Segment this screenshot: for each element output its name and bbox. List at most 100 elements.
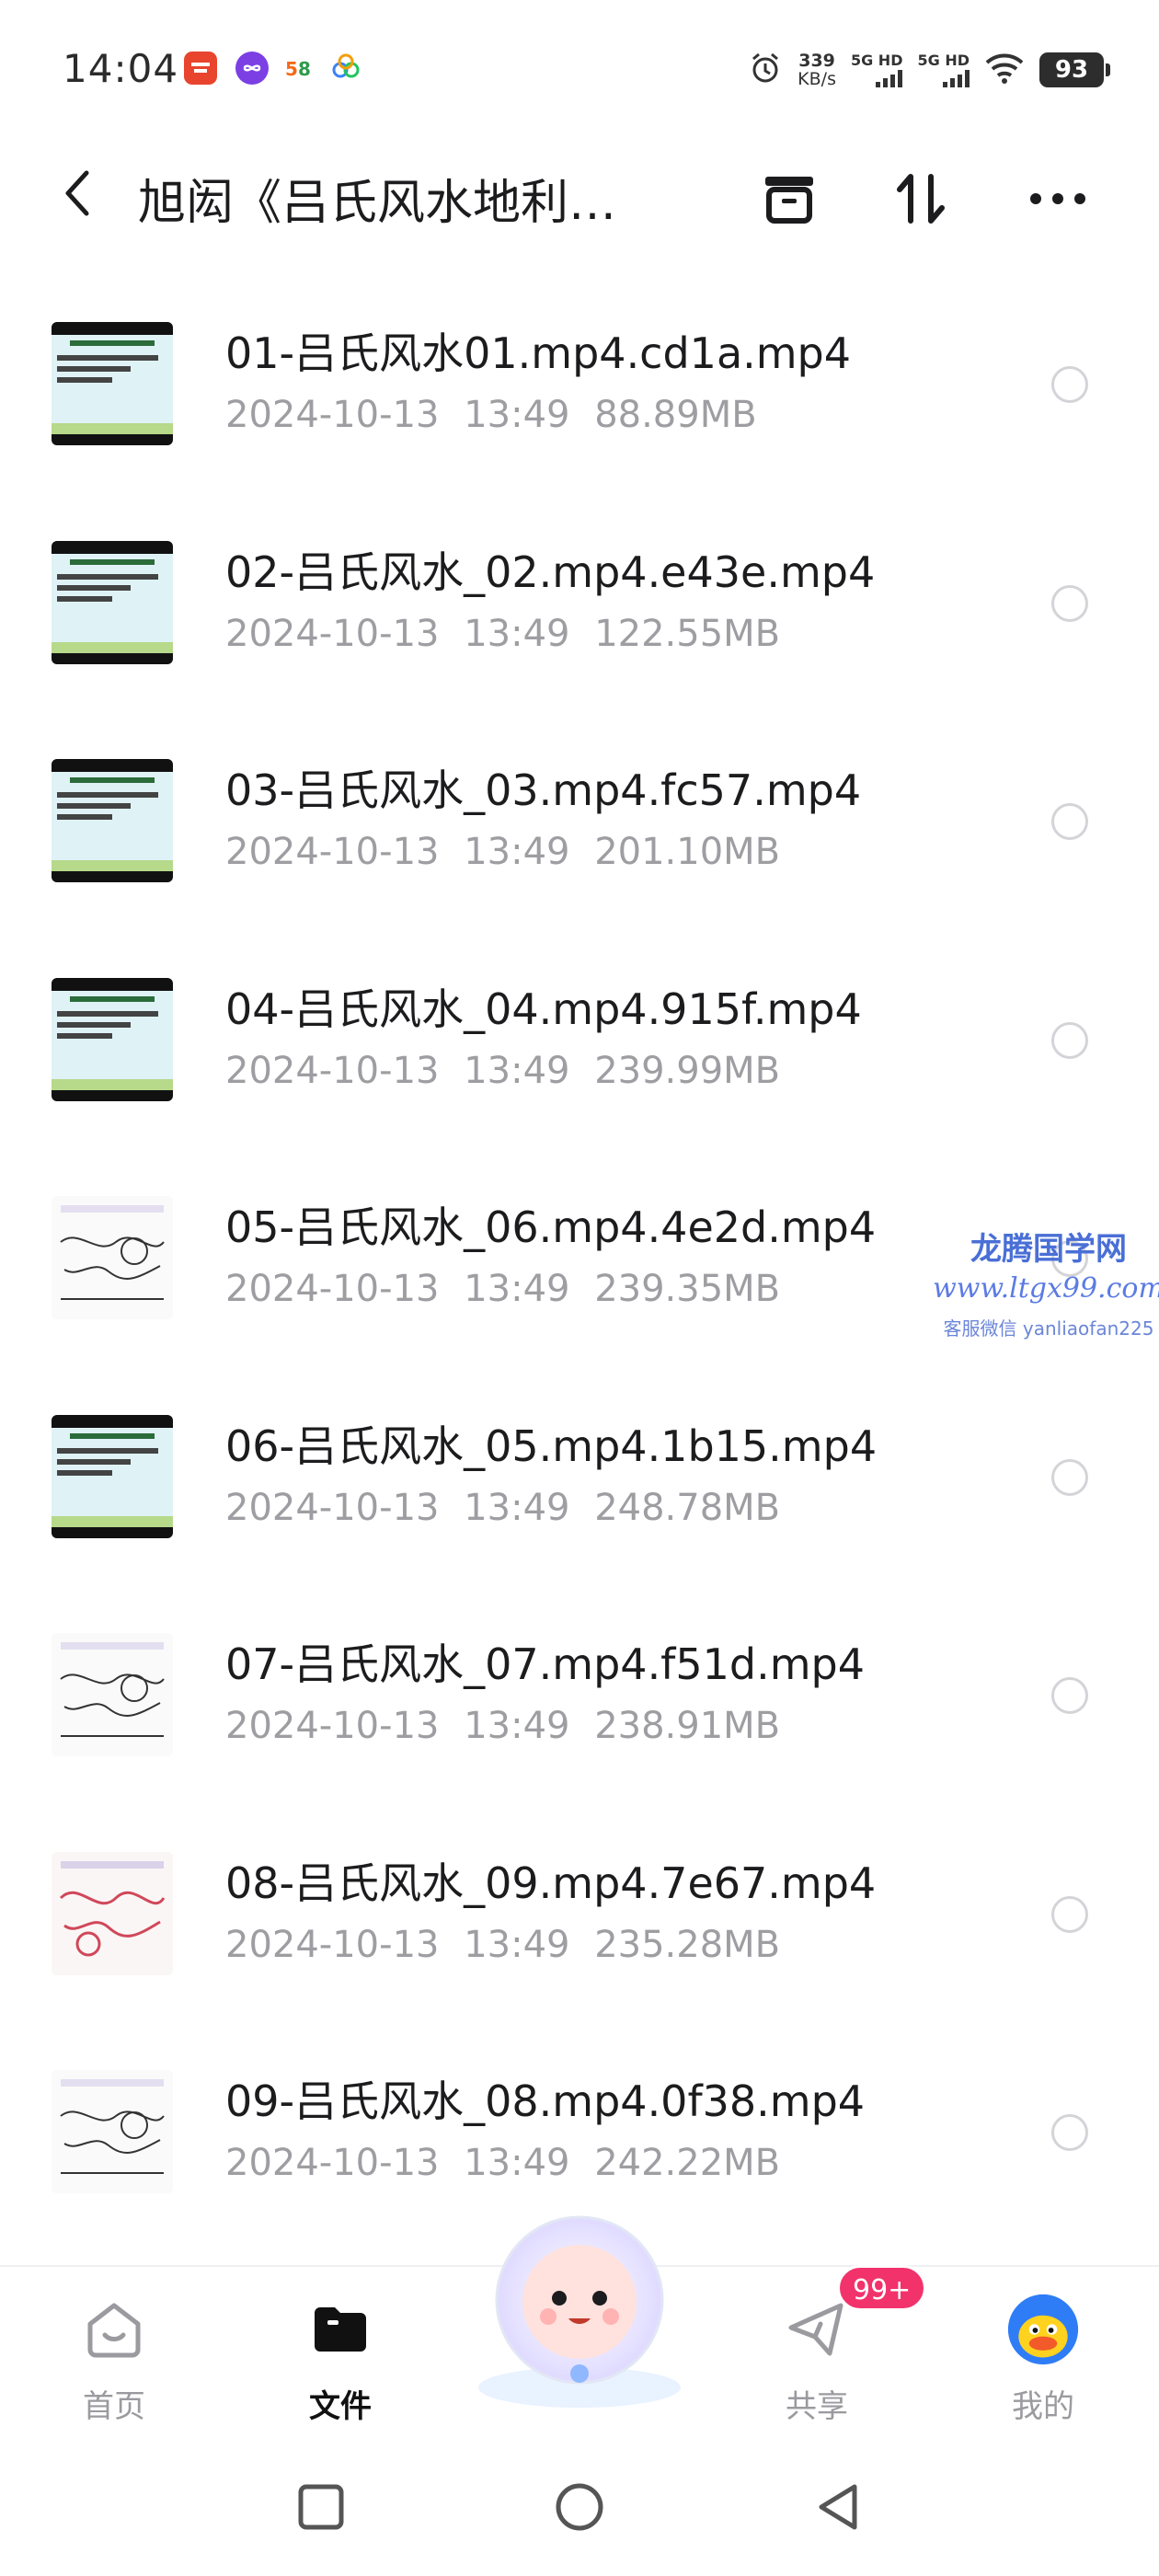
file-name: 03-吕氏风水_03.mp4.fc57.mp4	[225, 765, 862, 815]
file-row[interactable]: 01-吕氏风水01.mp4.cd1a.mp4 2024-10-13 13:49 8…	[0, 285, 1159, 504]
file-size: 239.35MB	[594, 1268, 781, 1310]
avatar-icon	[1006, 2293, 1080, 2366]
watermark: 龙腾国学网 www.ltgx99.com 客服微信 yanliaofan225	[929, 1224, 1159, 1340]
file-time: 13:49	[464, 1049, 570, 1092]
58-icon: 58	[283, 52, 316, 85]
file-row[interactable]: 02-吕氏风水_02.mp4.e43e.mp4 2024-10-13 13:49 …	[0, 504, 1159, 723]
home-icon	[77, 2293, 151, 2366]
file-name: 04-吕氏风水_04.mp4.915f.mp4	[225, 983, 862, 1034]
nav-home-label: 首页	[83, 2388, 145, 2425]
file-time: 13:49	[464, 394, 570, 436]
file-meta: 2024-10-13 13:49 248.78MB	[225, 1487, 780, 1529]
select-radio[interactable]	[1051, 366, 1088, 403]
archive-button[interactable]	[754, 166, 824, 236]
file-time: 13:49	[464, 1923, 570, 1966]
file-time: 13:49	[464, 1486, 570, 1529]
video-thumbnail	[52, 1414, 173, 1538]
file-date: 2024-10-13	[225, 612, 440, 655]
net-speed-unit: KB/s	[798, 69, 836, 89]
file-meta: 2024-10-13 13:49 88.89MB	[225, 394, 757, 436]
ai-assistant-mascot-button[interactable]	[460, 2199, 699, 2410]
file-size: 248.78MB	[594, 1486, 781, 1529]
file-time: 13:49	[464, 2142, 570, 2184]
video-thumbnail	[52, 1851, 173, 1975]
file-time: 13:49	[464, 1705, 570, 1747]
signal-label: 5G HD	[917, 52, 970, 69]
nav-home[interactable]: 首页	[40, 2293, 188, 2431]
nav-files[interactable]: 文件	[267, 2293, 414, 2431]
file-size: 235.28MB	[594, 1923, 781, 1966]
system-back-button[interactable]	[806, 2477, 870, 2541]
svg-text:5: 5	[285, 58, 298, 80]
file-name: 07-吕氏风水_07.mp4.f51d.mp4	[225, 1639, 866, 1689]
select-radio[interactable]	[1051, 803, 1088, 840]
file-size: 238.91MB	[594, 1705, 781, 1747]
video-thumbnail	[52, 759, 173, 882]
nav-profile[interactable]: 我的	[970, 2293, 1117, 2431]
video-thumbnail	[52, 540, 173, 664]
select-radio[interactable]	[1051, 2114, 1088, 2151]
signal-sim2: 5G HD	[917, 52, 970, 87]
triangle-back-icon	[814, 2481, 862, 2536]
signal-sim1: 5G HD	[851, 52, 903, 87]
file-row[interactable]: 04-吕氏风水_04.mp4.915f.mp4 2024-10-13 13:49 …	[0, 941, 1159, 1160]
wifi-icon	[984, 52, 1025, 88]
file-size: 122.55MB	[594, 612, 781, 655]
square-icon	[297, 2483, 345, 2535]
share-notification-badge: 99+	[837, 2265, 927, 2311]
battery-indicator: 93	[1039, 52, 1110, 87]
video-thumbnail	[52, 1633, 173, 1756]
file-row[interactable]: 06-吕氏风水_05.mp4.1b15.mp4 2024-10-13 13:49 …	[0, 1378, 1159, 1597]
file-date: 2024-10-13	[225, 831, 440, 873]
file-time: 13:49	[464, 831, 570, 873]
alarm-icon	[748, 51, 783, 89]
file-date: 2024-10-13	[225, 394, 440, 436]
more-icon	[1027, 190, 1089, 212]
file-name: 01-吕氏风水01.mp4.cd1a.mp4	[225, 328, 852, 378]
nav-profile-label: 我的	[1012, 2388, 1074, 2425]
status-bar: 14:04 58 339 KB/s 5G HD 5G HD 93	[0, 0, 1159, 138]
file-name: 08-吕氏风水_09.mp4.7e67.mp4	[225, 1857, 877, 1908]
file-size: 88.89MB	[594, 394, 757, 436]
file-name: 06-吕氏风水_05.mp4.1b15.mp4	[225, 1420, 878, 1471]
file-date: 2024-10-13	[225, 1268, 440, 1310]
folder-icon	[304, 2293, 377, 2366]
chevron-left-icon	[59, 167, 96, 223]
signal-bars-icon	[876, 69, 903, 87]
watermark-contact: 客服微信 yanliaofan225	[943, 1317, 1154, 1340]
sort-button[interactable]	[887, 166, 957, 236]
status-indicators: 339 KB/s 5G HD 5G HD 93	[748, 44, 1110, 96]
file-meta: 2024-10-13 13:49 242.22MB	[225, 2142, 780, 2184]
network-speed: 339 KB/s	[798, 52, 836, 88]
svg-text:8: 8	[298, 58, 311, 80]
file-size: 242.22MB	[594, 2142, 781, 2184]
watermark-url: www.ltgx99.com	[933, 1272, 1159, 1305]
more-options-button[interactable]	[1023, 166, 1093, 236]
file-meta: 2024-10-13 13:49 201.10MB	[225, 831, 780, 873]
home-button[interactable]	[547, 2477, 612, 2541]
sort-icon	[890, 167, 953, 234]
file-row[interactable]: 03-吕氏风水_03.mp4.fc57.mp4 2024-10-13 13:49 …	[0, 722, 1159, 941]
nav-share[interactable]: 共享	[743, 2293, 890, 2431]
file-row[interactable]: 07-吕氏风水_07.mp4.f51d.mp4 2024-10-13 13:49 …	[0, 1596, 1159, 1815]
select-radio[interactable]	[1051, 584, 1088, 622]
recents-button[interactable]	[289, 2477, 353, 2541]
file-date: 2024-10-13	[225, 1486, 440, 1529]
file-row[interactable]: 08-吕氏风水_09.mp4.7e67.mp4 2024-10-13 13:49 …	[0, 1815, 1159, 2034]
select-radio[interactable]	[1051, 1895, 1088, 1933]
infinity-icon	[235, 52, 269, 85]
select-radio[interactable]	[1051, 1021, 1088, 1059]
back-button[interactable]	[48, 166, 107, 224]
select-radio[interactable]	[1051, 1677, 1088, 1714]
cloud-drive-icon	[329, 52, 362, 85]
video-thumbnail	[52, 322, 173, 445]
video-thumbnail	[52, 977, 173, 1101]
file-size: 201.10MB	[594, 831, 781, 873]
circle-icon	[554, 2481, 605, 2536]
nav-share-label: 共享	[786, 2388, 848, 2425]
signal-label: 5G HD	[850, 52, 903, 69]
select-radio[interactable]	[1051, 1458, 1088, 1496]
system-navigation-bar	[0, 2440, 1159, 2576]
nav-files-label: 文件	[309, 2388, 372, 2425]
file-name: 05-吕氏风水_06.mp4.4e2d.mp4	[225, 1202, 877, 1252]
